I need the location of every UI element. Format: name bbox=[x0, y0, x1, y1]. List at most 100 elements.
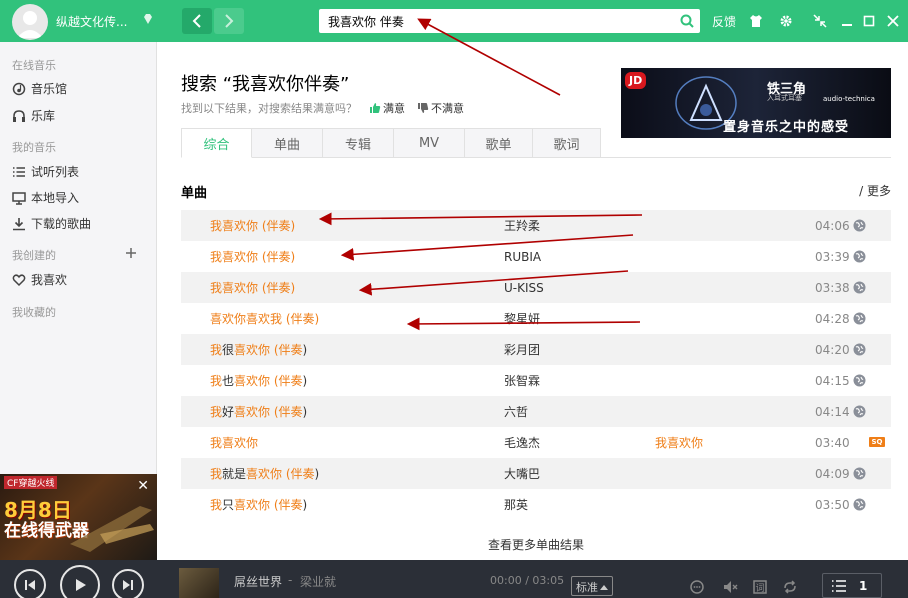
tab-mv[interactable]: MV bbox=[394, 128, 465, 158]
song-artist[interactable]: 毛逸杰 bbox=[504, 434, 540, 451]
sidebar-item-local-import[interactable]: 本地导入 bbox=[12, 189, 79, 206]
chevron-right-icon bbox=[225, 14, 234, 28]
song-title-part: 我 bbox=[210, 467, 223, 481]
song-row[interactable]: 喜欢你喜欢我 (伴奏) 黎星妍 04:28 bbox=[181, 303, 891, 334]
song-artist[interactable]: 六哲 bbox=[504, 403, 528, 420]
song-title-part: 喜欢你 (伴奏 bbox=[234, 405, 303, 419]
sidebar-ad-banner[interactable]: CF穿越火线 ✕ 8月8日 在线得武器 bbox=[0, 474, 157, 560]
previous-button[interactable] bbox=[14, 569, 46, 598]
tab-lyrics[interactable]: 歌词 bbox=[533, 128, 601, 158]
comment-icon[interactable] bbox=[689, 579, 705, 595]
song-artist[interactable]: 黎星妍 bbox=[504, 310, 540, 327]
track-title[interactable]: 屌丝世界 bbox=[234, 573, 282, 590]
song-title[interactable]: 我只喜欢你 (伴奏) bbox=[210, 496, 307, 513]
sidebar-item-trial-list[interactable]: 试听列表 bbox=[12, 163, 79, 180]
song-row[interactable]: 我喜欢你 (伴奏) RUBIA 03:39 bbox=[181, 241, 891, 272]
banner-slogan: 置身音乐之中的感受 bbox=[723, 120, 850, 135]
song-title-part: 我喜欢你 ( bbox=[210, 219, 267, 233]
repeat-icon[interactable] bbox=[782, 579, 798, 595]
song-artist[interactable]: 王羚柔 bbox=[504, 217, 540, 234]
page-title: 搜索 “我喜欢你伴奏” bbox=[181, 74, 350, 95]
see-more-songs-link[interactable]: 查看更多单曲结果 bbox=[488, 536, 584, 553]
sidebar-item-label: 下载的歌曲 bbox=[31, 217, 92, 231]
more-link[interactable]: / 更多 bbox=[859, 182, 891, 199]
add-playlist-icon[interactable] bbox=[125, 247, 137, 259]
song-row[interactable]: 我好喜欢你 (伴奏) 六哲 04:14 bbox=[181, 396, 891, 427]
tab-playlists[interactable]: 歌单 bbox=[465, 128, 533, 158]
lyrics-icon[interactable]: 词 bbox=[752, 579, 768, 595]
volume-muted-icon[interactable] bbox=[722, 579, 738, 595]
back-button[interactable] bbox=[182, 8, 212, 34]
tab-songs[interactable]: 单曲 bbox=[252, 128, 323, 158]
section-title-songs: 单曲 bbox=[181, 186, 208, 201]
song-title[interactable]: 我也喜欢你 (伴奏) bbox=[210, 372, 307, 389]
sidebar-item-label: 试听列表 bbox=[31, 165, 80, 179]
song-artist[interactable]: 大嘴巴 bbox=[504, 465, 540, 482]
song-artist[interactable]: U-KISS bbox=[504, 281, 544, 295]
song-artist[interactable]: RUBIA bbox=[504, 250, 541, 264]
song-title[interactable]: 我好喜欢你 (伴奏) bbox=[210, 403, 307, 420]
sidebar-item-library[interactable]: 乐库 bbox=[12, 107, 55, 124]
song-artist[interactable]: 那英 bbox=[504, 496, 528, 513]
tab-all[interactable]: 综合 bbox=[181, 128, 252, 158]
song-title-part: 伴奏 bbox=[266, 219, 291, 233]
song-title[interactable]: 我喜欢你 (伴奏) bbox=[210, 279, 295, 296]
song-row[interactable]: 我也喜欢你 (伴奏) 张智霖 04:15 bbox=[181, 365, 891, 396]
forward-button[interactable] bbox=[214, 8, 244, 34]
song-title-part: 我 bbox=[210, 343, 223, 357]
track-artist[interactable]: 梁业就 bbox=[300, 573, 336, 590]
play-queue-button[interactable]: 1 bbox=[822, 573, 882, 598]
maximize-button[interactable] bbox=[861, 13, 877, 29]
song-row[interactable]: 我喜欢你 (伴奏) U-KISS 03:38 bbox=[181, 272, 891, 303]
song-album[interactable]: 我喜欢你 bbox=[655, 434, 703, 451]
mini-mode-button[interactable] bbox=[812, 13, 828, 29]
tab-albums[interactable]: 专辑 bbox=[323, 128, 394, 158]
sidebar-item-favorites[interactable]: 我喜欢 bbox=[12, 271, 67, 288]
song-title-part: 只 bbox=[222, 498, 235, 512]
album-cover[interactable] bbox=[179, 568, 219, 598]
feedback-link[interactable]: 反馈 bbox=[712, 13, 736, 30]
song-row[interactable]: 我喜欢你 毛逸杰 我喜欢你 03:40 SQ bbox=[181, 427, 891, 458]
unsatisfied-button[interactable]: 不满意 bbox=[417, 100, 464, 116]
close-icon[interactable]: ✕ bbox=[137, 478, 149, 494]
song-row[interactable]: 我只喜欢你 (伴奏) 那英 03:50 bbox=[181, 489, 891, 520]
song-title[interactable]: 我喜欢你 bbox=[210, 434, 258, 451]
song-title-part: 喜欢你 (伴奏 bbox=[234, 343, 303, 357]
song-duration: 04:20 bbox=[815, 342, 850, 357]
minimize-button[interactable] bbox=[839, 13, 855, 29]
song-title[interactable]: 我就是喜欢你 (伴奏) bbox=[210, 465, 319, 482]
search-input[interactable] bbox=[319, 9, 674, 33]
music-disc-icon bbox=[12, 82, 26, 95]
web-source-icon bbox=[853, 250, 866, 263]
close-icon bbox=[887, 15, 899, 27]
username[interactable]: 纵越文化传... bbox=[56, 13, 127, 30]
satisfied-button[interactable]: 满意 bbox=[369, 100, 405, 116]
search-icon[interactable] bbox=[680, 14, 694, 28]
song-row[interactable]: 我就是喜欢你 (伴奏) 大嘴巴 04:09 bbox=[181, 458, 891, 489]
song-row[interactable]: 我很喜欢你 (伴奏) 彩月团 04:20 bbox=[181, 334, 891, 365]
song-title[interactable]: 我喜欢你 (伴奏) bbox=[210, 248, 295, 265]
web-source-icon bbox=[853, 343, 866, 356]
song-duration: 04:28 bbox=[815, 311, 850, 326]
quality-selector[interactable]: 标准 bbox=[571, 576, 613, 596]
song-title[interactable]: 我很喜欢你 (伴奏) bbox=[210, 341, 307, 358]
avatar[interactable] bbox=[12, 4, 48, 40]
diamond-icon[interactable] bbox=[142, 13, 154, 25]
ad-banner[interactable]: JD 铁三角 入耳式耳塞 audio-technica 置身音乐之中的感受 bbox=[621, 68, 891, 138]
song-artist[interactable]: 张智霖 bbox=[504, 372, 540, 389]
play-button[interactable] bbox=[60, 565, 100, 598]
song-artist[interactable]: 彩月团 bbox=[504, 341, 540, 358]
song-duration: 04:14 bbox=[815, 404, 850, 419]
close-button[interactable] bbox=[885, 13, 901, 29]
sidebar-item-downloaded[interactable]: 下载的歌曲 bbox=[12, 215, 91, 232]
song-title[interactable]: 我喜欢你 (伴奏) bbox=[210, 217, 295, 234]
skin-button[interactable] bbox=[748, 13, 764, 29]
song-duration: 04:15 bbox=[815, 373, 850, 388]
song-title[interactable]: 喜欢你喜欢我 (伴奏) bbox=[210, 310, 319, 327]
ad-weapon-image bbox=[70, 506, 154, 552]
settings-button[interactable] bbox=[778, 13, 794, 29]
sidebar-item-music-hall[interactable]: 音乐馆 bbox=[12, 80, 67, 97]
song-row[interactable]: 我喜欢你 (伴奏) 王羚柔 04:06 bbox=[181, 210, 891, 241]
next-button[interactable] bbox=[112, 569, 144, 598]
section-my-music: 我的音乐 bbox=[12, 141, 56, 154]
